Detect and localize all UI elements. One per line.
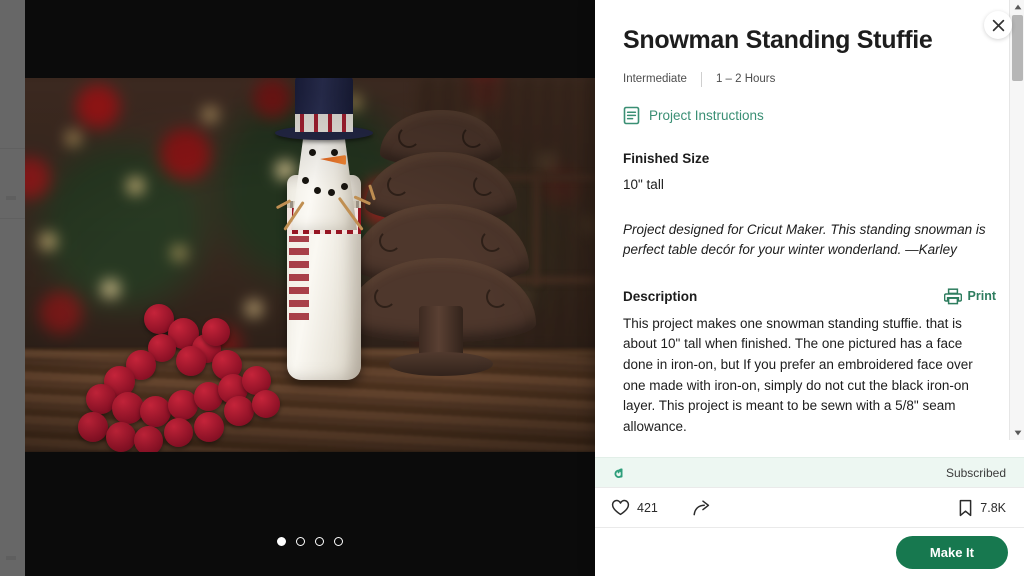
- description-body: This project makes one snowman standing …: [623, 315, 973, 434]
- print-button[interactable]: Print: [943, 288, 996, 305]
- bookmark-icon: [959, 499, 972, 516]
- print-label: Print: [967, 289, 996, 304]
- project-instructions-link[interactable]: Project Instructions: [623, 106, 996, 125]
- designer-note: Project designed for Cricut Maker. This …: [623, 221, 986, 258]
- make-it-button[interactable]: Make It: [895, 535, 1008, 569]
- carousel-dot-3[interactable]: [315, 537, 324, 546]
- cricut-access-a-icon: [614, 468, 623, 478]
- carousel-dot-2[interactable]: [296, 537, 305, 546]
- scrollbar-thumb[interactable]: [1012, 15, 1023, 81]
- duration-label: 1 – 2 Hours: [715, 73, 776, 85]
- printer-icon: [943, 288, 962, 305]
- project-detail-panel: Snowman Standing Stuffie Intermediate 1 …: [595, 0, 1024, 576]
- carousel-dot-4[interactable]: [334, 537, 343, 546]
- cta-bar: Make It: [595, 528, 1024, 576]
- description-heading: Description: [623, 288, 698, 304]
- close-button[interactable]: [984, 11, 1012, 39]
- close-icon: [992, 19, 1004, 31]
- document-icon: [623, 106, 640, 124]
- snowman-stuffie: [269, 78, 381, 380]
- description-header: Description Print: [623, 288, 996, 305]
- difficulty-label: Intermediate: [623, 73, 687, 85]
- panel-scrollbar[interactable]: [1009, 0, 1024, 440]
- finished-size-value: 10" tall: [623, 176, 664, 192]
- project-meta: Intermediate 1 – 2 Hours: [623, 71, 996, 87]
- like-button[interactable]: 421: [611, 499, 658, 516]
- page-title: Snowman Standing Stuffie: [623, 26, 933, 54]
- heart-icon: [611, 499, 630, 516]
- subscription-bar: Subscribed: [595, 457, 1024, 487]
- project-instructions-label: Project Instructions: [649, 107, 764, 123]
- panel-scroll-area[interactable]: Snowman Standing Stuffie Intermediate 1 …: [595, 0, 1024, 457]
- save-count: 7.8K: [980, 500, 1006, 515]
- project-detail-screen: Snowman Standing Stuffie Intermediate 1 …: [0, 0, 1024, 576]
- media-pane: [25, 0, 595, 576]
- carousel-dot-1[interactable]: [277, 537, 286, 546]
- finished-size-heading: Finished Size: [623, 150, 710, 166]
- action-bar: 421 7.8K: [595, 487, 1024, 528]
- project-photo[interactable]: [25, 78, 595, 452]
- share-arrow-icon: [693, 499, 710, 515]
- carousel-dots[interactable]: [25, 537, 595, 546]
- subscription-status: Subscribed: [945, 465, 1006, 480]
- share-button[interactable]: [692, 499, 711, 517]
- save-button[interactable]: 7.8K: [958, 499, 1006, 517]
- meta-divider: [700, 71, 702, 87]
- scroll-down-arrow-icon[interactable]: [1010, 426, 1024, 440]
- scroll-up-arrow-icon[interactable]: [1010, 0, 1024, 14]
- like-count: 421: [637, 500, 658, 515]
